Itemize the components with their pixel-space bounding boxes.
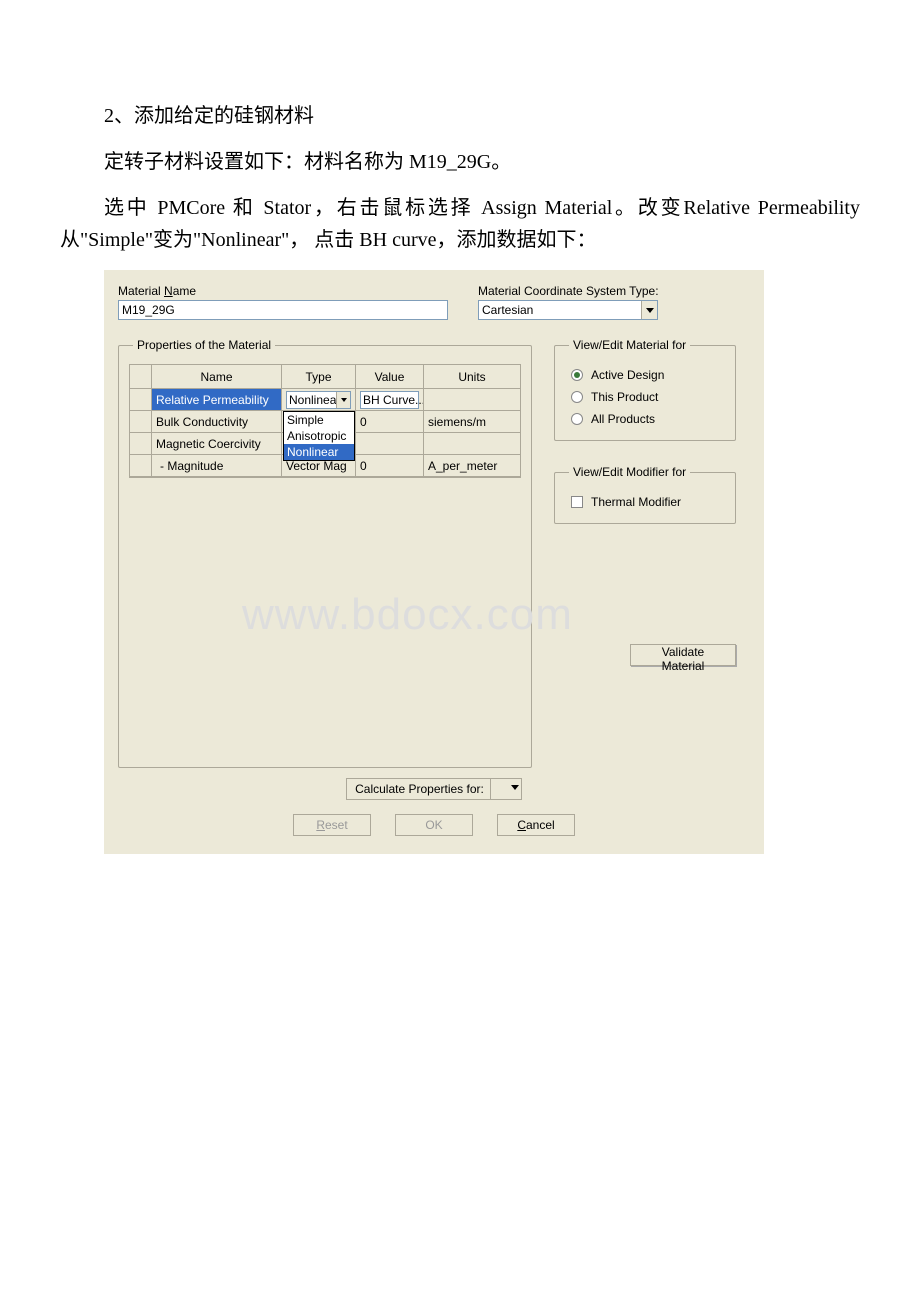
- chevron-down-icon: [336, 392, 350, 408]
- type-option-anisotropic[interactable]: Anisotropic: [284, 428, 354, 444]
- doc-para-2: 定转子材料设置如下：材料名称为 M19_29G。: [60, 146, 860, 178]
- radio-active-design[interactable]: Active Design: [565, 364, 725, 386]
- radio-label: Active Design: [591, 368, 664, 382]
- view-edit-modifier-fieldset: View/Edit Modifier for Thermal Modifier: [554, 465, 736, 524]
- type-option-nonlinear[interactable]: Nonlinear: [284, 444, 354, 460]
- row-gutter: [130, 455, 152, 477]
- calculate-properties-label: Calculate Properties for:: [347, 782, 490, 796]
- type-option-simple[interactable]: Simple: [284, 412, 354, 428]
- cell-type[interactable]: Nonlinea: [282, 389, 356, 411]
- radio-icon: [571, 369, 583, 381]
- cell-value[interactable]: 0: [356, 411, 424, 433]
- col-units-header: Units: [424, 365, 520, 389]
- ok-button[interactable]: OK: [395, 814, 473, 836]
- cell-name: Relative Permeability: [152, 389, 282, 411]
- cell-units: [424, 433, 520, 455]
- calculate-properties-combo[interactable]: Calculate Properties for:: [346, 778, 522, 800]
- cancel-button[interactable]: Cancel: [497, 814, 575, 836]
- reset-button[interactable]: Reset: [293, 814, 371, 836]
- coord-system-label: Material Coordinate System Type:: [478, 284, 750, 298]
- doc-para-3: 选中 PMCore 和 Stator，右击鼠标选择 Assign Materia…: [60, 192, 860, 256]
- properties-table: Name Type Value Units Relative Permeabil…: [129, 364, 521, 478]
- row-gutter: [130, 411, 152, 433]
- row-header-gutter: [130, 365, 152, 389]
- coord-system-field: Material Coordinate System Type: Cartesi…: [478, 284, 750, 320]
- radio-this-product[interactable]: This Product: [565, 386, 725, 408]
- col-name-header: Name: [152, 365, 282, 389]
- view-edit-material-fieldset: View/Edit Material for Active Design Thi…: [554, 338, 736, 441]
- row-gutter: [130, 433, 152, 455]
- cell-value[interactable]: 0: [356, 455, 424, 477]
- properties-legend: Properties of the Material: [133, 338, 275, 352]
- cell-name: Magnetic Coercivity: [152, 433, 282, 455]
- coord-system-combo[interactable]: Cartesian: [478, 300, 658, 320]
- material-name-field: Material Name: [118, 284, 448, 320]
- material-dialog: www.bdocx.com Material Name Material Coo…: [104, 270, 764, 854]
- checkbox-icon: [571, 496, 583, 508]
- table-row[interactable]: Relative Permeability Nonlinea BH Curve.…: [130, 389, 520, 411]
- cell-units: A_per_meter: [424, 455, 520, 477]
- material-name-label: Material Name: [118, 284, 448, 298]
- col-value-header: Value: [356, 365, 424, 389]
- thermal-modifier-check[interactable]: Thermal Modifier: [565, 491, 725, 513]
- coord-system-value: Cartesian: [482, 303, 533, 317]
- table-header: Name Type Value Units: [130, 365, 520, 389]
- validate-material-button[interactable]: Validate Material: [630, 644, 736, 666]
- view-edit-material-legend: View/Edit Material for: [569, 338, 690, 352]
- cell-units: [424, 389, 520, 411]
- view-edit-modifier-legend: View/Edit Modifier for: [569, 465, 690, 479]
- row-gutter: [130, 389, 152, 411]
- cell-value[interactable]: [356, 433, 424, 455]
- cell-name: Bulk Conductivity: [152, 411, 282, 433]
- material-name-input[interactable]: [118, 300, 448, 320]
- radio-all-products[interactable]: All Products: [565, 408, 725, 430]
- cell-value-bhcurve[interactable]: BH Curve...: [356, 389, 424, 411]
- radio-label: All Products: [591, 412, 655, 426]
- radio-icon: [571, 391, 583, 403]
- chevron-down-icon: [641, 301, 657, 319]
- cell-units: siemens/m: [424, 411, 520, 433]
- checkbox-label: Thermal Modifier: [591, 495, 681, 509]
- properties-fieldset: Properties of the Material Name Type Val…: [118, 338, 532, 768]
- type-dropdown[interactable]: Simple Anisotropic Nonlinear: [283, 411, 355, 461]
- radio-icon: [571, 413, 583, 425]
- radio-label: This Product: [591, 390, 658, 404]
- doc-para-1: 2、添加给定的硅钢材料: [60, 100, 860, 132]
- col-type-header: Type: [282, 365, 356, 389]
- cell-name: - Magnitude: [152, 455, 282, 477]
- chevron-down-icon: [491, 779, 521, 799]
